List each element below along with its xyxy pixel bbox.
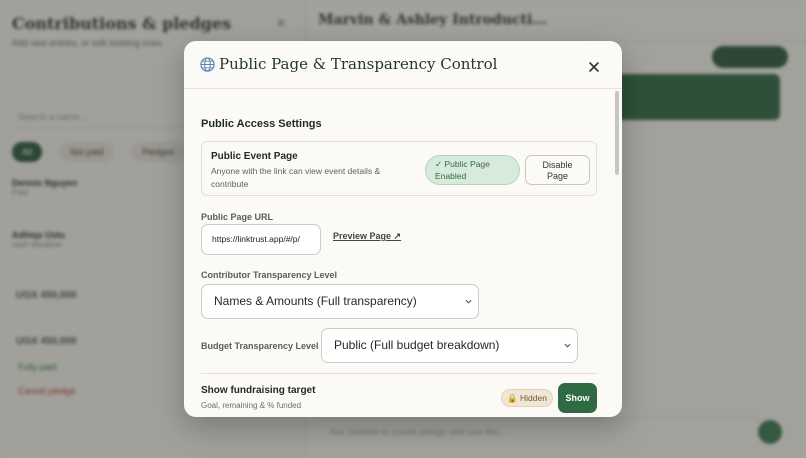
fundraising-subtitle: Goal, remaining & % funded bbox=[201, 401, 302, 410]
divider bbox=[201, 373, 597, 374]
disable-page-button[interactable]: Disable Page bbox=[525, 155, 590, 185]
scrollbar[interactable] bbox=[615, 91, 619, 175]
show-target-button[interactable]: Show bbox=[558, 383, 597, 413]
public-page-title: Public Event Page bbox=[211, 151, 298, 162]
contributor-transparency-label: Contributor Transparency Level bbox=[201, 270, 338, 280]
modal-title: Public Page & Transparency Control bbox=[219, 55, 498, 73]
transparency-modal: Public Page & Transparency Control Publi… bbox=[184, 41, 622, 417]
enabled-line1: ✓ Public Page bbox=[435, 159, 490, 169]
public-page-card: Public Event Page Anyone with the link c… bbox=[201, 141, 597, 196]
budget-transparency-select[interactable]: Public (Full budget breakdown) bbox=[321, 328, 578, 363]
disable-line1: Disable bbox=[542, 160, 573, 170]
globe-icon bbox=[200, 57, 215, 72]
fundraising-title: Show fundraising target bbox=[201, 385, 316, 396]
enabled-line2: Enabled bbox=[435, 171, 467, 181]
modal-body[interactable]: Public Access Settings Public Event Page… bbox=[184, 90, 622, 417]
public-page-description: Anyone with the link can view event deta… bbox=[211, 166, 381, 189]
hidden-status-badge: 🔒 Hidden bbox=[501, 389, 553, 407]
close-button[interactable] bbox=[584, 57, 604, 77]
preview-page-link[interactable]: Preview Page ↗ bbox=[333, 231, 401, 242]
close-icon bbox=[589, 62, 599, 72]
disable-line2: Page bbox=[546, 171, 569, 181]
contributor-transparency-value: Names & Amounts (Full transparency) bbox=[214, 294, 417, 308]
public-url-field[interactable]: https://linktrust.app/#/p/ bbox=[201, 224, 321, 255]
url-label: Public Page URL bbox=[201, 212, 274, 222]
section-title: Public Access Settings bbox=[201, 118, 322, 130]
modal-header: Public Page & Transparency Control bbox=[184, 41, 622, 89]
budget-transparency-value: Public (Full budget breakdown) bbox=[334, 338, 500, 352]
chevron-down-icon bbox=[564, 343, 571, 348]
contributor-transparency-select[interactable]: Names & Amounts (Full transparency) bbox=[201, 284, 479, 319]
budget-transparency-label: Budget Transparency Level bbox=[201, 341, 319, 351]
public-page-enabled-badge: ✓ Public Page Enabled bbox=[425, 155, 520, 185]
chevron-down-icon bbox=[465, 299, 472, 304]
